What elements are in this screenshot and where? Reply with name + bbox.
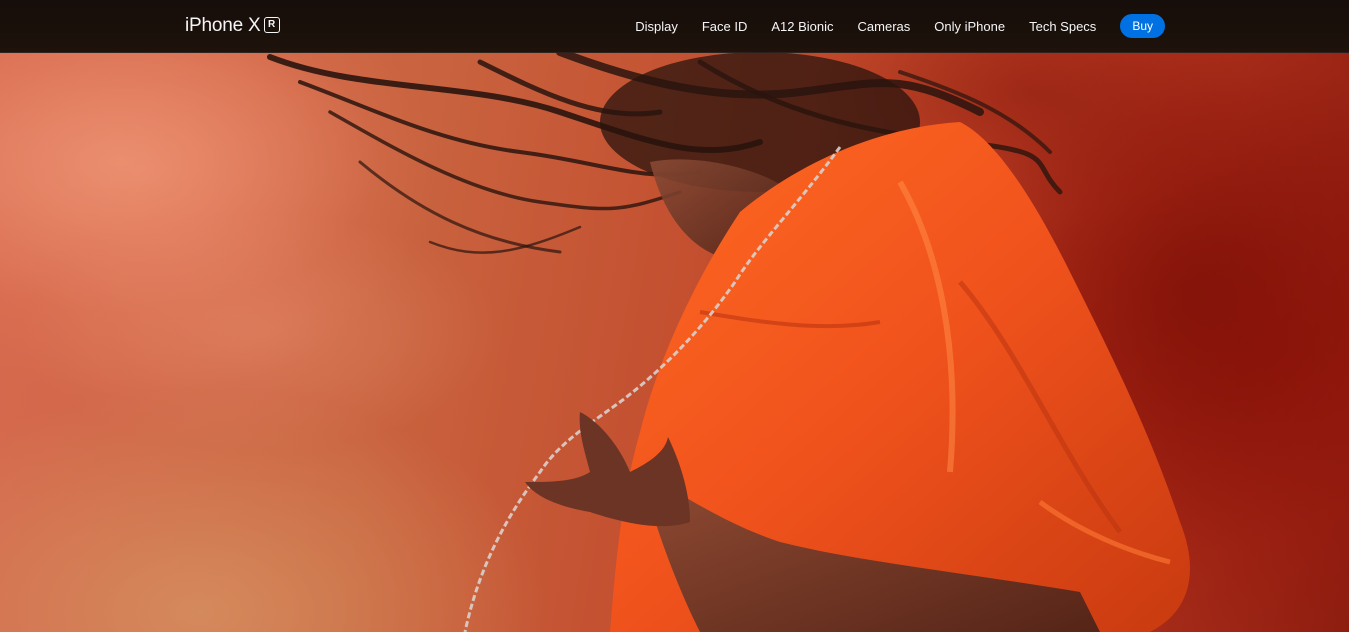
nav-item-a12-bionic[interactable]: A12 Bionic: [771, 19, 833, 34]
global-nav: iPhone X R Display Face ID A12 Bionic Ca…: [0, 0, 1349, 53]
buy-button[interactable]: Buy: [1120, 14, 1165, 38]
hero-image: [0, 52, 1349, 632]
nav-item-tech-specs[interactable]: Tech Specs: [1029, 19, 1096, 34]
nav-menu: Display Face ID A12 Bionic Cameras Only …: [635, 0, 1165, 52]
nav-item-only-iphone[interactable]: Only iPhone: [934, 19, 1005, 34]
brand-logo[interactable]: iPhone X R: [185, 14, 280, 38]
page: iPhone X R Display Face ID A12 Bionic Ca…: [0, 0, 1349, 632]
smoke-cloud: [20, 212, 500, 452]
nav-item-face-id[interactable]: Face ID: [702, 19, 748, 34]
brand-title: iPhone X: [185, 15, 261, 36]
nav-item-cameras[interactable]: Cameras: [858, 19, 911, 34]
nav-item-display[interactable]: Display: [635, 19, 678, 34]
hero-illustration: [0, 52, 1349, 632]
r-badge-icon: R: [263, 17, 280, 33]
